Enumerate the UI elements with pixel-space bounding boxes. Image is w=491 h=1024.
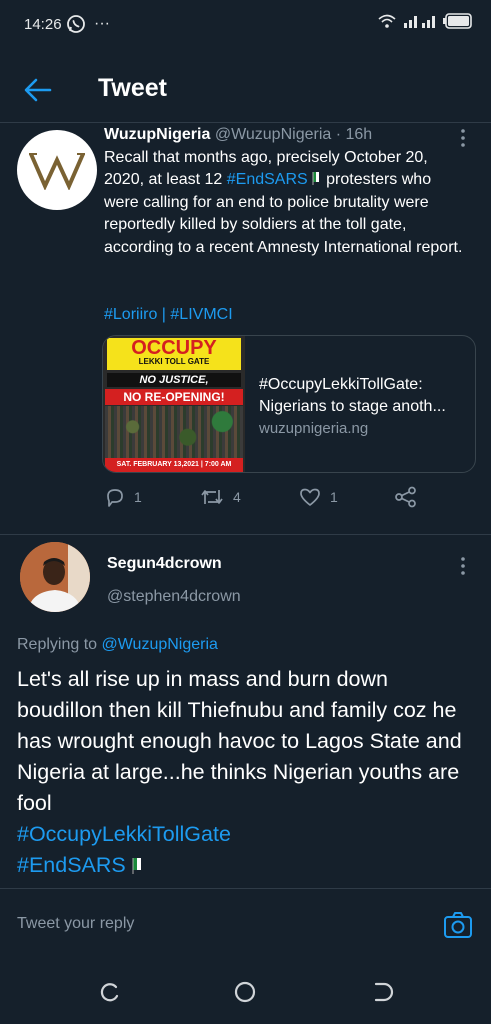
avatar[interactable] xyxy=(20,542,90,612)
link-card[interactable]: OCCUPY LEKKI TOLL GATE NO JUSTICE, NO RE… xyxy=(102,335,476,473)
author-handle[interactable]: @stephen4dcrown xyxy=(107,588,241,606)
reply-button[interactable]: 1 xyxy=(104,486,142,508)
card-image-crowd xyxy=(105,406,243,458)
card-title: #OccupyLekkiTollGate: Nigerians to stage… xyxy=(259,376,446,415)
whatsapp-icon xyxy=(67,15,85,33)
more-vert-icon[interactable] xyxy=(457,128,469,148)
reply-composer xyxy=(0,889,491,961)
author-name[interactable]: Segun4dcrown xyxy=(107,555,222,573)
card-image-date: SAT. FEBRUARY 13,2021 | 7:00 AM xyxy=(105,458,243,472)
card-image: OCCUPY LEKKI TOLL GATE NO JUSTICE, NO RE… xyxy=(103,336,245,472)
wifi-icon xyxy=(378,14,396,28)
reply-input[interactable] xyxy=(17,915,377,933)
author-name[interactable]: WuzupNigeria xyxy=(104,126,210,143)
nav-recent-icon[interactable] xyxy=(98,980,122,1004)
divider xyxy=(0,122,491,123)
card-domain: wuzupnigeria.ng xyxy=(259,420,369,437)
back-arrow-icon[interactable] xyxy=(22,76,54,104)
retweet-button[interactable]: 4 xyxy=(199,486,241,508)
status-bar: 14:26 ··· xyxy=(0,0,491,50)
share-button[interactable] xyxy=(394,486,418,508)
tweet-tags[interactable]: #Loriiro | #LIVMCI xyxy=(104,306,233,324)
battery-icon xyxy=(443,13,472,29)
reply-text: Let's all rise up in mass and burn down … xyxy=(17,667,462,877)
divider xyxy=(0,534,491,535)
more-vert-icon[interactable] xyxy=(457,556,469,576)
retweet-icon xyxy=(201,490,223,504)
reply-count: 1 xyxy=(134,489,142,505)
flag-emoji-icon xyxy=(312,172,319,186)
system-nav-bar xyxy=(0,962,491,1024)
card-image-subtitle: LEKKI TOLL GATE xyxy=(138,357,210,366)
avatar[interactable] xyxy=(17,130,97,210)
retweet-count: 4 xyxy=(233,489,241,505)
card-image-no-reopening: NO RE-OPENING! xyxy=(105,389,243,405)
author-handle[interactable]: @WuzupNigeria xyxy=(215,126,331,143)
hashtag-link[interactable]: #EndSARS xyxy=(17,853,126,877)
nav-home-icon[interactable] xyxy=(233,980,257,1004)
hashtag-link[interactable]: #OccupyLekkiTollGate xyxy=(17,822,231,846)
like-icon xyxy=(300,488,320,506)
flag-emoji-icon xyxy=(132,858,141,874)
wuzup-logo-icon xyxy=(29,153,85,190)
signal-icon xyxy=(404,16,435,28)
tweet-text: Recall that months ago, precisely Octobe… xyxy=(104,149,463,256)
like-button[interactable]: 1 xyxy=(298,486,338,508)
status-time: 14:26 xyxy=(24,16,62,33)
tweet-time: · 16h xyxy=(335,126,373,143)
nav-back-icon[interactable] xyxy=(370,980,394,1004)
page-header: Tweet xyxy=(0,58,491,120)
like-count: 1 xyxy=(330,489,338,505)
camera-icon[interactable] xyxy=(443,910,473,940)
profile-photo xyxy=(20,542,90,612)
status-more-dots: ··· xyxy=(94,15,110,32)
reply-icon xyxy=(107,489,123,507)
card-image-no-justice: NO JUSTICE, xyxy=(107,373,241,387)
share-icon xyxy=(395,486,416,508)
tweet-actions: 1 4 1 xyxy=(104,486,474,512)
tweet-header: WuzupNigeria @WuzupNigeria · 16h xyxy=(104,126,372,144)
replying-to-handle[interactable]: @WuzupNigeria xyxy=(102,636,218,653)
replying-to: Replying to @WuzupNigeria xyxy=(17,636,218,653)
page-title: Tweet xyxy=(98,74,167,102)
hashtag-link[interactable]: #EndSARS xyxy=(227,171,308,188)
